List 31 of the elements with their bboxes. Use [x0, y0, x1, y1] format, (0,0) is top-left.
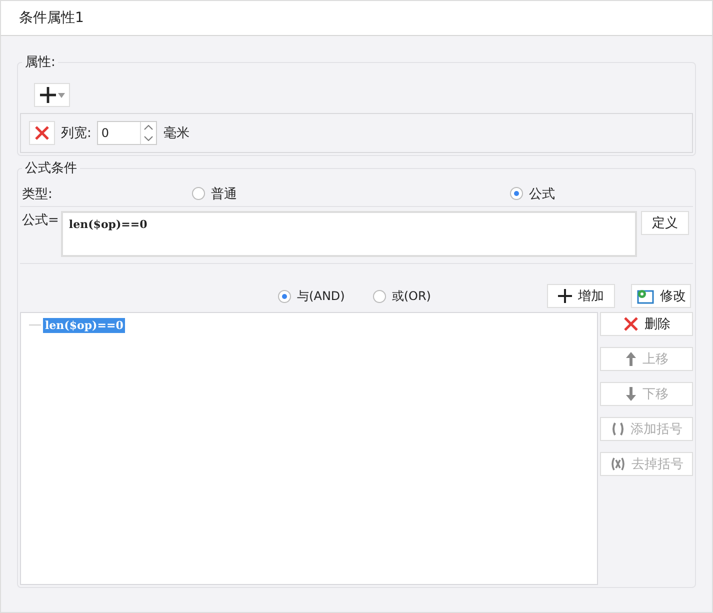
add-dropdown-button[interactable]	[34, 83, 70, 107]
group-legend: 属性:	[22, 53, 58, 71]
arrow-up-icon	[624, 351, 636, 367]
logic-radio[interactable]: 与(AND)	[278, 288, 345, 304]
modify-button[interactable]: 修改	[631, 284, 691, 308]
formula-field[interactable]: len($op)==0	[60, 211, 637, 257]
type-radio[interactable]: 公式	[510, 184, 555, 202]
remove-parentheses-icon	[610, 457, 626, 471]
tree-line-icon	[29, 324, 43, 326]
caret-icon	[58, 92, 65, 98]
chevron-up-icon	[144, 125, 154, 130]
delete-button[interactable]: 删除	[600, 312, 693, 336]
arrow-down-icon	[624, 386, 636, 402]
logic-radio[interactable]: 或(OR)	[372, 288, 431, 304]
add-button[interactable]: 增加	[547, 284, 615, 308]
type-label: 类型:	[22, 186, 54, 202]
delete-button[interactable]	[29, 121, 55, 145]
formula-label: 公式=	[22, 212, 59, 229]
width-spinner[interactable]: 0	[97, 121, 158, 145]
chevron-down-icon	[144, 136, 154, 141]
close-icon	[622, 316, 638, 332]
parentheses-icon	[610, 422, 624, 436]
column-width-label: 列宽:	[61, 125, 92, 142]
window-title: 条件属性1	[19, 9, 84, 27]
plus-icon	[39, 86, 57, 104]
close-icon	[34, 125, 50, 141]
group-legend: 公式条件	[22, 159, 80, 177]
unit-label: 毫米	[163, 125, 190, 142]
plus-icon	[558, 289, 572, 303]
define-button[interactable]: 定义	[640, 211, 689, 235]
type-radio[interactable]: 普通	[192, 184, 510, 202]
